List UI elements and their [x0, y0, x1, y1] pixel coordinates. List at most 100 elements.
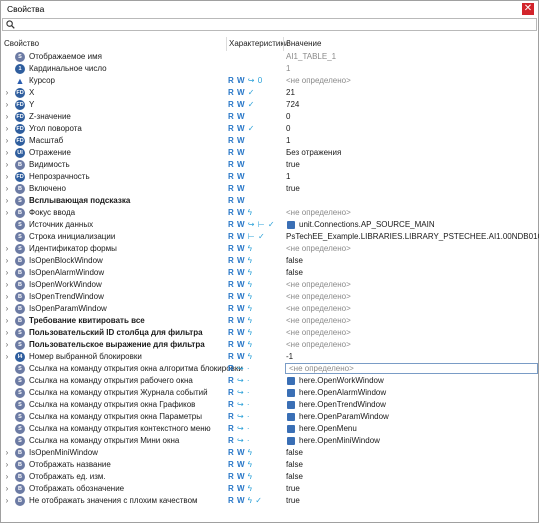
expand-chevron-icon[interactable]: ›	[3, 279, 11, 291]
expand-chevron-icon[interactable]: ›	[3, 135, 11, 147]
property-row[interactable]: › B Требование квитировать все R W ϟ <не опр…	[1, 315, 538, 327]
property-value[interactable]: <не определено>	[286, 279, 351, 291]
value-editor-field[interactable]: <не определено>	[285, 363, 538, 374]
property-row[interactable]: › S Идентификатор формы R W ϟ <не определено…	[1, 243, 538, 255]
property-row[interactable]: S Ссылка на команду открытия окна алгорит…	[1, 363, 538, 375]
property-row[interactable]: › B Отображать обозначение R W ϟ true	[1, 483, 538, 495]
expand-chevron-icon[interactable]: ›	[3, 291, 11, 303]
property-row[interactable]: › B Видимость R W true	[1, 159, 538, 171]
property-row[interactable]: › FD Z-значение R W 0	[1, 111, 538, 123]
expand-chevron-icon[interactable]: ›	[3, 267, 11, 279]
property-row[interactable]: › B IsOpenBlockWindow R W ϟ false	[1, 255, 538, 267]
expand-chevron-icon[interactable]: ›	[3, 495, 11, 507]
property-value[interactable]: -1	[286, 351, 293, 363]
expand-chevron-icon[interactable]: ›	[3, 471, 11, 483]
close-icon[interactable]: ✕	[522, 3, 534, 15]
property-value[interactable]: 1	[286, 63, 290, 75]
property-value[interactable]: <не определено>	[286, 339, 351, 351]
property-row[interactable]: › FD Масштаб R W 1	[1, 135, 538, 147]
property-row[interactable]: S Ссылка на команду открытия окна Графико…	[1, 399, 538, 411]
expand-chevron-icon[interactable]: ›	[3, 303, 11, 315]
property-value[interactable]: true	[286, 495, 300, 507]
expand-chevron-icon[interactable]: ›	[3, 87, 11, 99]
property-value[interactable]: <не определено>	[286, 291, 351, 303]
expand-chevron-icon[interactable]: ›	[3, 255, 11, 267]
property-row[interactable]: 1 Кардинальное число 1	[1, 63, 538, 75]
property-row[interactable]: › B Не отображать значения с плохим качест…	[1, 495, 538, 507]
property-row[interactable]: › B IsOpenParamWindow R W ϟ <не определено>	[1, 303, 538, 315]
property-value[interactable]: false	[286, 459, 303, 471]
expand-chevron-icon[interactable]: ›	[3, 207, 11, 219]
expand-chevron-icon[interactable]: ›	[3, 195, 11, 207]
property-row[interactable]: › FD Угол поворота R W ✓ 0	[1, 123, 538, 135]
expand-chevron-icon[interactable]: ›	[3, 327, 11, 339]
property-value[interactable]: <не определено>	[286, 315, 351, 327]
expand-chevron-icon[interactable]: ›	[3, 147, 11, 159]
property-value[interactable]: <не определено>	[286, 327, 351, 339]
property-value[interactable]: Без отражения	[286, 147, 341, 159]
column-property[interactable]: Свойство	[4, 39, 39, 48]
property-row[interactable]: › FD Y R W ✓ 724	[1, 99, 538, 111]
property-row[interactable]: ▲ Курсор R W ↪ 0 <не определено>	[1, 75, 538, 87]
property-value[interactable]: 1	[286, 135, 290, 147]
property-row[interactable]: S Источник данных R W ↪ ⊢ ✓ unit.Connection…	[1, 219, 538, 231]
property-value[interactable]: AI1_TABLE_1	[286, 51, 336, 63]
property-value[interactable]: false	[286, 447, 303, 459]
search-input[interactable]	[19, 19, 519, 30]
column-value[interactable]: Значение	[286, 39, 321, 48]
property-row[interactable]: › B Фокус ввода R W ϟ <не определено>	[1, 207, 538, 219]
expand-chevron-icon[interactable]: ›	[3, 243, 11, 255]
property-value[interactable]: <не определено>	[286, 243, 351, 255]
property-row[interactable]: › UI Отражение R W Без отражения	[1, 147, 538, 159]
expand-chevron-icon[interactable]: ›	[3, 339, 11, 351]
property-row[interactable]: › I4 Номер выбранной блокировки R W ϟ -1	[1, 351, 538, 363]
property-value[interactable]: here.OpenAlarmWindow	[299, 387, 386, 399]
property-value[interactable]: 0	[286, 123, 290, 135]
property-row[interactable]: › B Включено R W true	[1, 183, 538, 195]
property-row[interactable]: › S Всплывающая подсказка R W	[1, 195, 538, 207]
property-value[interactable]: <не определено>	[286, 303, 351, 315]
property-value[interactable]: here.OpenWorkWindow	[299, 375, 384, 387]
property-value[interactable]: here.OpenTrendWindow	[299, 399, 386, 411]
expand-chevron-icon[interactable]: ›	[3, 483, 11, 495]
property-value[interactable]: here.OpenMenu	[299, 423, 357, 435]
property-value[interactable]: 0	[286, 111, 290, 123]
property-row[interactable]: › B IsOpenMiniWindow R W ϟ false	[1, 447, 538, 459]
expand-chevron-icon[interactable]: ›	[3, 447, 11, 459]
property-row[interactable]: › B IsOpenTrendWindow R W ϟ <не определено>	[1, 291, 538, 303]
expand-chevron-icon[interactable]: ›	[3, 99, 11, 111]
property-row[interactable]: S Ссылка на команду открытия Мини окна R ↪…	[1, 435, 538, 447]
property-row[interactable]: S Ссылка на команду открытия контекстного…	[1, 423, 538, 435]
property-value[interactable]: <не определено>	[286, 207, 351, 219]
property-row[interactable]: S Отображаемое имя AI1_TABLE_1	[1, 51, 538, 63]
property-value[interactable]: unit.Connections.AP_SOURCE_MAIN	[299, 219, 435, 231]
property-value[interactable]: 724	[286, 99, 299, 111]
property-row[interactable]: › S Пользовательское выражение для фильтра…	[1, 339, 538, 351]
property-row[interactable]: S Ссылка на команду открытия рабочего окн…	[1, 375, 538, 387]
expand-chevron-icon[interactable]: ›	[3, 351, 11, 363]
property-value[interactable]: PsTechEE_Example.LIBRARIES.LIBRARY_PSTEC…	[286, 231, 539, 243]
property-value[interactable]: false	[286, 267, 303, 279]
property-value[interactable]: true	[286, 159, 300, 171]
property-value[interactable]: <не определено>	[286, 75, 351, 87]
expand-chevron-icon[interactable]: ›	[3, 171, 11, 183]
expand-chevron-icon[interactable]: ›	[3, 123, 11, 135]
property-row[interactable]: › B IsOpenWorkWindow R W ϟ <не определено>	[1, 279, 538, 291]
property-row[interactable]: S Ссылка на команду открытия Журнала собы…	[1, 387, 538, 399]
property-row[interactable]: › B Отображать название R W ϟ false	[1, 459, 538, 471]
expand-chevron-icon[interactable]: ›	[3, 459, 11, 471]
property-row[interactable]: › S Пользовательский ID столбца для фильтр…	[1, 327, 538, 339]
property-row[interactable]: › FD X R W ✓ 21	[1, 87, 538, 99]
property-row[interactable]: › FD Непрозрачность R W 1	[1, 171, 538, 183]
property-value[interactable]: here.OpenMiniWindow	[299, 435, 380, 447]
property-value[interactable]: 21	[286, 87, 295, 99]
column-characteristics[interactable]: Характеристики	[229, 39, 288, 48]
property-row[interactable]: S Строка инициализации R W ⊢ ✓ PsTechEE_Exa…	[1, 231, 539, 243]
property-value[interactable]: false	[286, 471, 303, 483]
property-value[interactable]: true	[286, 183, 300, 195]
property-row[interactable]: › B IsOpenAlarmWindow R W ϟ false	[1, 267, 538, 279]
property-value[interactable]: here.OpenParamWindow	[299, 411, 389, 423]
property-value[interactable]: 1	[286, 171, 290, 183]
expand-chevron-icon[interactable]: ›	[3, 159, 11, 171]
column-divider[interactable]	[283, 37, 284, 51]
